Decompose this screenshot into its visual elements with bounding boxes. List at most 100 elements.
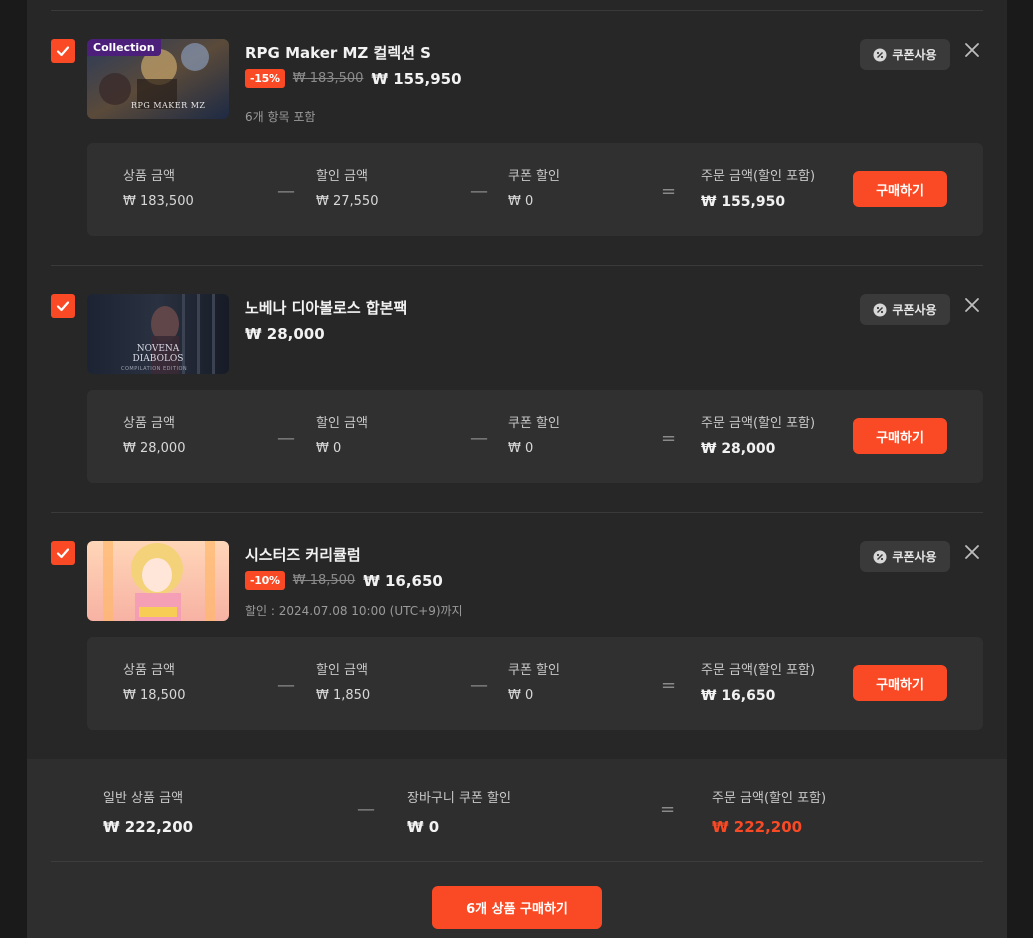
- thumb-logo: NOVENA DIABOLOS: [132, 344, 184, 364]
- cart-coupon-value: ₩ 0: [407, 818, 440, 836]
- item-thumbnail[interactable]: NOVENA DIABOLOS COMPILATION EDITION: [87, 294, 229, 374]
- thumb-logo: RPG MAKER MZ: [131, 101, 206, 110]
- equals-icon: =: [661, 675, 677, 696]
- price-row: -15% ₩ 183,500 ₩ 155,950: [245, 69, 462, 88]
- discount-amount-value: ₩ 0: [316, 441, 342, 456]
- item-thumbnail[interactable]: Collection RPG MAKER MZ: [87, 39, 229, 119]
- divider: [51, 861, 983, 862]
- coupon-button[interactable]: 쿠폰사용: [860, 39, 950, 70]
- remove-item-button[interactable]: [963, 296, 981, 314]
- minus-icon: —: [357, 799, 375, 820]
- order-amount-value: ₩ 16,650: [701, 688, 776, 704]
- final-price: ₩ 28,000: [245, 325, 325, 343]
- coupon-button[interactable]: 쿠폰사용: [860, 294, 950, 325]
- item-title[interactable]: 시스터즈 커리큘럼: [245, 544, 361, 565]
- order-amount-value: ₩ 28,000: [701, 441, 776, 457]
- equals-icon: =: [661, 181, 677, 202]
- minus-icon: —: [277, 675, 295, 696]
- general-amount-value: ₩ 222,200: [103, 818, 194, 836]
- discount-badge: -15%: [245, 69, 285, 88]
- coupon-discount-label: 쿠폰 할인: [508, 416, 560, 431]
- checkout-button[interactable]: 6개 상품 구매하기: [432, 886, 602, 929]
- item-summary: 상품 금액 ₩ 183,500 — 할인 금액 ₩ 27,550 — 쿠폰 할인 ₩ …: [87, 143, 983, 236]
- coupon-discount-value: ₩ 0: [508, 194, 534, 209]
- buy-button[interactable]: 구매하기: [853, 418, 947, 454]
- item-subtext: 6개 항목 포함: [245, 110, 316, 124]
- equals-icon: =: [660, 799, 676, 820]
- price-row: -10% ₩ 18,500 ₩ 16,650: [245, 571, 443, 590]
- coupon-label: 쿠폰사용: [892, 48, 937, 62]
- coupon-icon: [873, 48, 887, 61]
- cart-totals: 일반 상품 금액 ₩ 222,200 — 장바구니 쿠폰 할인 ₩ 0 = 주문…: [27, 759, 1007, 938]
- item-checkbox[interactable]: [51, 39, 75, 63]
- coupon-label: 쿠폰사용: [892, 550, 937, 564]
- discount-badge: -10%: [245, 571, 285, 590]
- total-order-value: ₩ 222,200: [712, 818, 803, 836]
- final-price: ₩ 16,650: [363, 571, 443, 590]
- order-amount-label: 주문 금액(할인 포함): [701, 169, 816, 184]
- cart-coupon-label: 장바구니 쿠폰 할인: [407, 791, 511, 806]
- discount-amount-label: 할인 금액: [316, 663, 368, 678]
- coupon-button[interactable]: 쿠폰사용: [860, 541, 950, 572]
- minus-icon: —: [277, 181, 295, 202]
- product-amount-label: 상품 금액: [123, 663, 175, 678]
- item-summary: 상품 금액 ₩ 18,500 — 할인 금액 ₩ 1,850 — 쿠폰 할인 ₩ 0 …: [87, 637, 983, 730]
- product-amount-value: ₩ 18,500: [123, 688, 186, 703]
- item-summary: 상품 금액 ₩ 28,000 — 할인 금액 ₩ 0 — 쿠폰 할인 ₩ 0 = 주문…: [87, 390, 983, 483]
- product-amount-label: 상품 금액: [123, 416, 175, 431]
- coupon-icon: [873, 550, 887, 563]
- cart-panel: Collection RPG MAKER MZ RPG Maker MZ 컬렉션…: [27, 0, 1007, 938]
- discount-amount-label: 할인 금액: [316, 416, 368, 431]
- coupon-discount-value: ₩ 0: [508, 688, 534, 703]
- remove-item-button[interactable]: [963, 543, 981, 561]
- order-amount-label: 주문 금액(할인 포함): [701, 663, 816, 678]
- general-amount-label: 일반 상품 금액: [103, 791, 184, 806]
- minus-icon: —: [470, 675, 488, 696]
- cart-item: 시스터즈 커리큘럼 -10% ₩ 18,500 ₩ 16,650 할인 : 20…: [51, 541, 983, 731]
- remove-item-button[interactable]: [963, 41, 981, 59]
- check-icon: [56, 548, 70, 559]
- minus-icon: —: [470, 181, 488, 202]
- item-title[interactable]: 노베나 디아볼로스 합본팩: [245, 297, 407, 318]
- thumb-subtitle: COMPILATION EDITION: [121, 366, 188, 372]
- discount-amount-value: ₩ 1,850: [316, 688, 371, 703]
- price-row: ₩ 28,000: [245, 325, 325, 343]
- divider: [51, 10, 983, 11]
- product-amount-label: 상품 금액: [123, 169, 175, 184]
- total-order-label: 주문 금액(할인 포함): [712, 791, 827, 806]
- original-price: ₩ 183,500: [292, 71, 364, 86]
- close-icon: [965, 298, 979, 312]
- close-icon: [965, 545, 979, 559]
- item-checkbox[interactable]: [51, 294, 75, 318]
- product-amount-value: ₩ 183,500: [123, 194, 194, 209]
- minus-icon: —: [470, 428, 488, 449]
- collection-badge: Collection: [87, 39, 161, 56]
- check-icon: [56, 301, 70, 312]
- divider: [51, 265, 983, 266]
- buy-button[interactable]: 구매하기: [853, 665, 947, 701]
- buy-button[interactable]: 구매하기: [853, 171, 947, 207]
- cart-item: NOVENA DIABOLOS COMPILATION EDITION 노베나 …: [51, 294, 983, 484]
- item-title[interactable]: RPG Maker MZ 컬렉션 S: [245, 42, 431, 63]
- item-thumbnail[interactable]: [87, 541, 229, 621]
- coupon-icon: [873, 303, 887, 316]
- original-price: ₩ 18,500: [292, 573, 356, 588]
- item-checkbox[interactable]: [51, 541, 75, 565]
- order-amount-value: ₩ 155,950: [701, 194, 786, 210]
- coupon-discount-label: 쿠폰 할인: [508, 663, 560, 678]
- divider: [51, 512, 983, 513]
- discount-amount-label: 할인 금액: [316, 169, 368, 184]
- final-price: ₩ 155,950: [371, 69, 462, 88]
- discount-amount-value: ₩ 27,550: [316, 194, 379, 209]
- order-amount-label: 주문 금액(할인 포함): [701, 416, 816, 431]
- coupon-discount-value: ₩ 0: [508, 441, 534, 456]
- sale-end-text: 할인 : 2024.07.08 10:00 (UTC+9)까지: [245, 604, 463, 618]
- coupon-discount-label: 쿠폰 할인: [508, 169, 560, 184]
- minus-icon: —: [277, 428, 295, 449]
- product-amount-value: ₩ 28,000: [123, 441, 186, 456]
- coupon-label: 쿠폰사용: [892, 303, 937, 317]
- close-icon: [965, 43, 979, 57]
- equals-icon: =: [661, 428, 677, 449]
- check-icon: [56, 46, 70, 57]
- cart-item: Collection RPG MAKER MZ RPG Maker MZ 컬렉션…: [51, 39, 983, 239]
